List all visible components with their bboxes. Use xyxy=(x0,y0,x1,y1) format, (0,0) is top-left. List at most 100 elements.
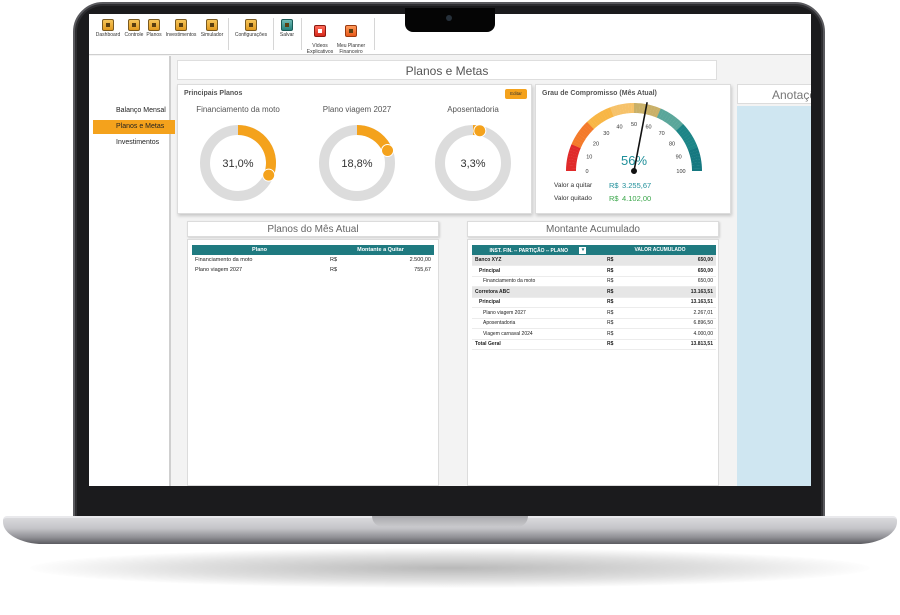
sidebar: Balanço Mensal Planos e Metas Investimen… xyxy=(89,56,175,486)
cell-currency: R$ xyxy=(604,338,618,350)
cell-label: Financiamento da moto xyxy=(472,276,604,287)
donut-percent-label: 3,3% xyxy=(460,158,485,170)
plans-donut-charts: 31,0% 18,8% 3,3% xyxy=(200,124,511,201)
configuracoes-button-label: Configurações xyxy=(234,32,268,38)
column-valor-acumulado[interactable]: VALOR ACUMULADO xyxy=(604,245,716,255)
planos-button[interactable]: Planos xyxy=(145,19,163,39)
videos-button-label: Vídeos Explicativos xyxy=(306,43,334,55)
gauge-tick-label: 70 xyxy=(659,131,665,137)
floor-shadow xyxy=(30,548,870,588)
page-title: Planos e Metas xyxy=(177,60,717,80)
dashboard-button-label: Dashboard xyxy=(95,32,121,38)
investimentos-button-label: Investimentos xyxy=(165,32,197,38)
cell-currency: R$ xyxy=(604,276,618,287)
table-row: Corretora ABC R$ 13.163,51 xyxy=(472,286,716,298)
cell-valor: 13.163,51 xyxy=(618,297,716,308)
gauge-tick-label: 80 xyxy=(669,141,675,147)
valor-quitado-currency: R$ xyxy=(609,194,619,203)
simulador-button-label: Simulador xyxy=(200,32,224,38)
simulador-button[interactable]: Simulador xyxy=(199,19,225,39)
gauge-tick-label: 30 xyxy=(603,131,609,137)
donut-end-cap xyxy=(262,168,276,182)
valor-quitar-label: Valor a quitar xyxy=(554,182,593,189)
save-button-label: Salvar xyxy=(279,32,295,38)
save-button[interactable]: Salvar xyxy=(276,19,298,39)
cell-label: Total Geral xyxy=(472,338,604,350)
cell-plano: Financiamento da moto xyxy=(195,257,253,263)
cell-valor: 755,67 xyxy=(414,267,431,273)
sidebar-item-planos[interactable]: Planos e Metas xyxy=(93,120,175,134)
column-inst-fin-label: INST. FIN. -- PARTIÇÃO -- PLANO xyxy=(489,247,569,254)
cell-valor: 2.267,01 xyxy=(618,307,716,319)
column-montante[interactable]: Montante a Quitar xyxy=(327,245,434,255)
gauge-tick-label: 10 xyxy=(586,154,592,160)
controle-icon xyxy=(128,19,140,31)
table-row: Plano viagem 2027 R$ 2.267,01 xyxy=(472,307,716,319)
gauge-tick-label: 60 xyxy=(645,124,651,130)
sidebar-item-balanco[interactable]: Balanço Mensal xyxy=(93,104,175,118)
investimentos-button[interactable]: Investimentos xyxy=(164,19,198,39)
simulador-icon xyxy=(206,19,218,31)
cell-currency: R$ xyxy=(604,297,618,308)
ribbon-separator xyxy=(374,18,375,50)
cell-label: Principal xyxy=(472,297,604,308)
gauge-tick-label: 0 xyxy=(585,169,588,175)
column-inst-fin[interactable]: INST. FIN. -- PARTIÇÃO -- PLANO ▾ xyxy=(472,245,604,255)
cell-valor: 13.813,51 xyxy=(618,338,716,350)
compromisso-card: Grau de Compromisso (Mês Atual) 0 10 20 30 4… xyxy=(535,84,731,214)
table-row: Plano viagem 2027 R$ 755,67 xyxy=(192,265,434,275)
planner-button[interactable]: Meu Planner Financeiro xyxy=(334,19,368,55)
dashboard-button[interactable]: Dashboard xyxy=(95,19,121,39)
laptop-base-notch xyxy=(372,516,528,527)
configuracoes-button[interactable]: Configurações xyxy=(232,19,270,39)
ribbon-separator xyxy=(228,18,229,50)
cell-valor: 650,00 xyxy=(618,276,716,287)
cell-valor: 650,00 xyxy=(618,255,716,266)
valor-quitar-currency: R$ xyxy=(609,181,619,190)
cell-label: Corretora ABC xyxy=(472,286,604,298)
laptop-mockup: Dashboard Controle Planos Investimentos … xyxy=(0,0,900,615)
planos-mes-table: Plano Montante a Quitar Financiamento da… xyxy=(192,245,434,275)
gauge-tick-label: 40 xyxy=(616,124,622,130)
cell-valor: 2.500,00 xyxy=(409,257,431,263)
cell-label: Viagem carnaval 2024 xyxy=(472,328,604,340)
montante-panel: INST. FIN. -- PARTIÇÃO -- PLANO ▾ VALOR … xyxy=(467,239,719,486)
table-row: Banco XYZ R$ 650,00 xyxy=(472,255,716,266)
notes-area[interactable] xyxy=(737,106,811,486)
controle-button[interactable]: Controle xyxy=(123,19,145,39)
filter-dropdown-icon[interactable]: ▾ xyxy=(579,246,587,254)
cell-valor: 13.163,51 xyxy=(618,286,716,298)
montante-table: INST. FIN. -- PARTIÇÃO -- PLANO ▾ VALOR … xyxy=(472,245,716,350)
youtube-icon xyxy=(314,24,326,37)
ribbon-separator xyxy=(301,18,302,50)
table-row: Principal R$ 13.163,51 xyxy=(472,297,716,308)
cell-currency: R$ xyxy=(604,286,618,298)
app-screen: Dashboard Controle Planos Investimentos … xyxy=(89,14,811,486)
cell-currency: R$ xyxy=(604,307,618,319)
cell-valor: 6.896,50 xyxy=(618,318,716,329)
planos-mes-panel: Plano Montante a Quitar Financiamento da… xyxy=(187,239,439,486)
videos-button[interactable]: Vídeos Explicativos xyxy=(303,19,337,55)
cell-valor: 4.000,00 xyxy=(618,328,716,340)
cell-plano: Plano viagem 2027 xyxy=(195,267,243,273)
table-row: Aposentadoria R$ 6.896,50 xyxy=(472,318,716,329)
cell-currency: R$ xyxy=(330,257,338,263)
table-row: Viagem carnaval 2024 R$ 4.000,00 xyxy=(472,328,716,340)
cell-currency: R$ xyxy=(604,318,618,329)
montante-title: Montante Acumulado xyxy=(467,221,719,237)
cell-label: Aposentadoria xyxy=(472,318,604,329)
notes-title: Anotações xyxy=(737,84,811,104)
gauge-tick-label: 20 xyxy=(593,141,599,147)
column-plano[interactable]: Plano xyxy=(192,245,327,255)
planos-button-label: Planos xyxy=(146,32,162,38)
ribbon-separator xyxy=(273,18,274,50)
planos-mes-title: Planos do Mês Atual xyxy=(187,221,439,237)
cell-currency: R$ xyxy=(330,267,338,273)
gauge-tick-label: 90 xyxy=(676,154,682,160)
planner-button-label: Meu Planner Financeiro xyxy=(336,43,366,55)
gauge-needle-hub xyxy=(631,168,637,174)
sidebar-item-investimentos[interactable]: Investimentos xyxy=(93,136,175,150)
valor-quitado-value: 4.102,00 xyxy=(622,194,652,203)
gauge-band-segment xyxy=(630,103,635,114)
donut-percent-label: 31,0% xyxy=(222,158,253,170)
